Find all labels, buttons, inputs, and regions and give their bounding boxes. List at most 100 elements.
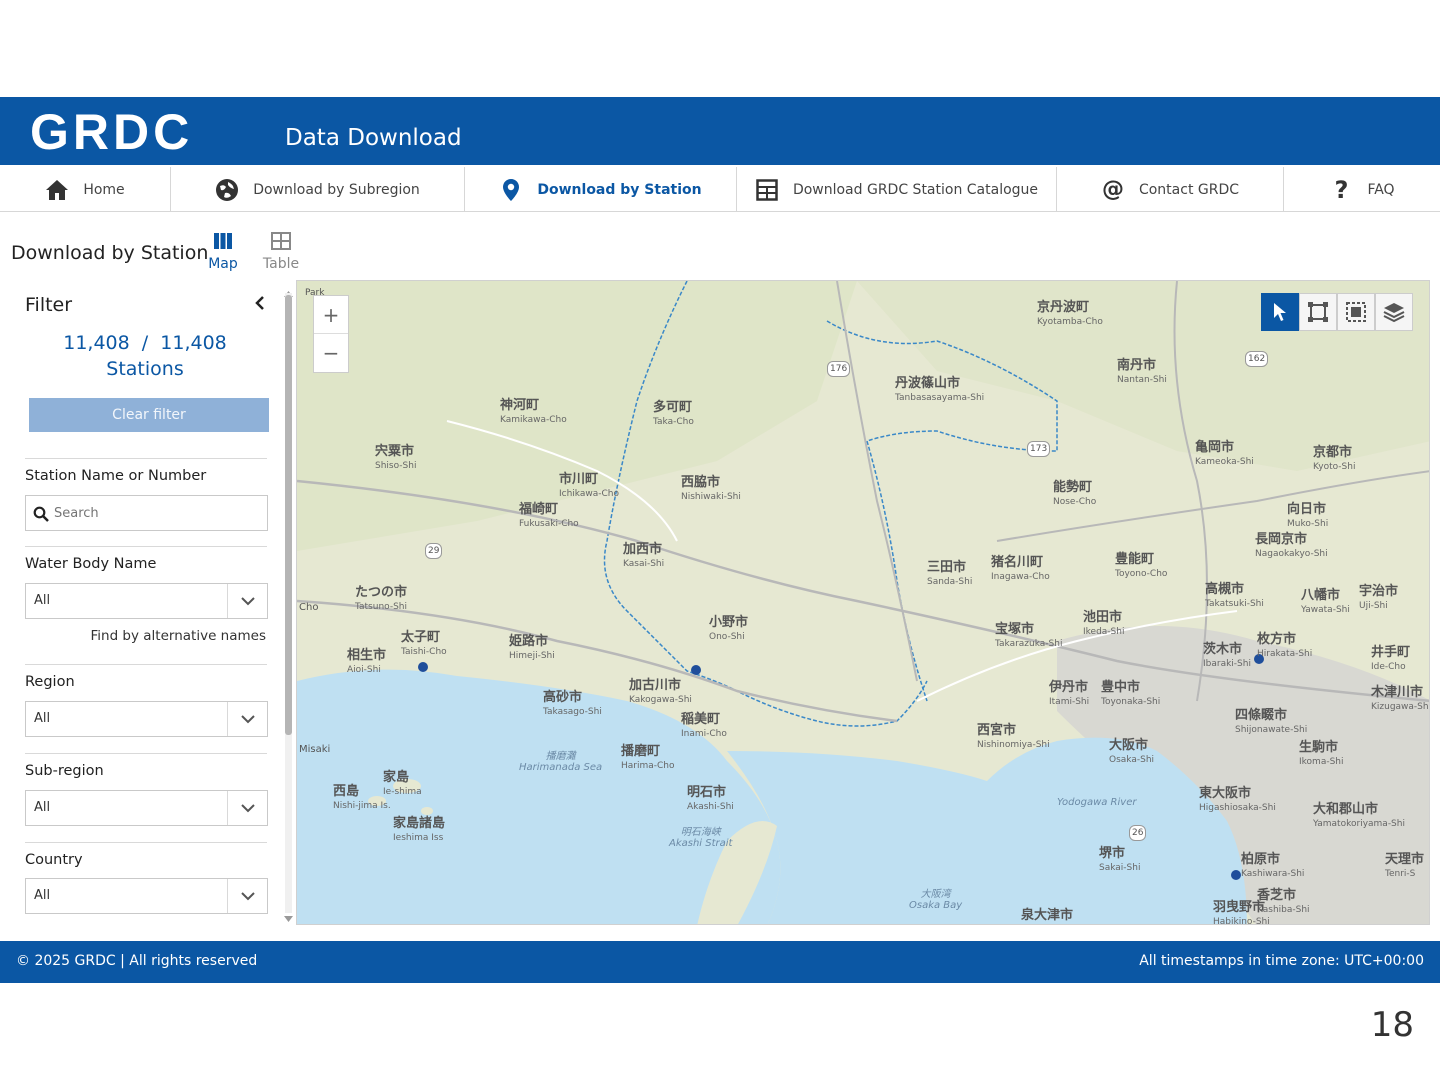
chevron-down-icon — [227, 584, 267, 618]
map-tools — [1261, 293, 1413, 333]
place-label: 太子町 Taishi-Cho — [401, 630, 447, 658]
water-body-value: All — [34, 593, 51, 608]
chevron-down-icon — [227, 879, 267, 913]
place-label: 宝塚市 Takarazuka-Shi — [995, 622, 1063, 650]
edge-label: Cho — [299, 602, 319, 613]
place-label: 多可町 Taka-Cho — [653, 400, 694, 428]
station-count-numbers: 11,408 / 11,408 — [63, 332, 227, 354]
divider — [25, 753, 267, 754]
box-select-button[interactable] — [1299, 293, 1337, 331]
place-label: 播磨町 Harima-Cho — [621, 744, 675, 772]
place-label: 福崎町 Fukusaki-Cho — [519, 502, 579, 530]
place-label: 豊能町 Toyono-Cho — [1115, 552, 1168, 580]
tab-table[interactable]: Table — [259, 232, 303, 272]
select-pointer-button[interactable] — [1261, 293, 1299, 331]
divider — [25, 546, 267, 547]
place-label: 枚方市 Hirakata-Shi — [1257, 632, 1313, 660]
tab-table-label: Table — [262, 256, 300, 272]
place-label: 東大阪市 Higashiosaka-Shi — [1199, 786, 1276, 814]
place-label: 大阪市 Osaka-Shi — [1109, 738, 1155, 766]
route-shield: 29 — [425, 543, 443, 559]
slide-number: 18 — [1370, 1005, 1414, 1045]
place-label: 能勢町 Nose-Cho — [1053, 480, 1097, 508]
layers-icon — [1383, 303, 1405, 323]
scroll-down-icon[interactable] — [283, 915, 294, 923]
place-label: 相生市 Aioi-Shi — [347, 648, 387, 676]
place-label: 堺市 Sakai-Shi — [1099, 846, 1141, 874]
nav-home[interactable]: Home — [0, 167, 171, 212]
nav-download-by-station[interactable]: Download by Station — [465, 167, 737, 212]
region-select[interactable]: All — [25, 701, 268, 737]
scroll-thumb[interactable] — [285, 295, 292, 735]
nav-download-by-subregion[interactable]: Download by Subregion — [171, 167, 465, 212]
place-label: 加西市 Kasai-Shi — [623, 542, 665, 570]
region-label: Region — [25, 674, 75, 690]
home-icon — [45, 178, 69, 202]
divider — [25, 664, 267, 665]
tab-map[interactable]: Map — [201, 232, 245, 272]
alternative-names-link[interactable]: Find by alternative names — [25, 628, 266, 644]
place-label: 茨木市 Ibaraki-Shi — [1203, 642, 1251, 670]
nav-faq[interactable]: ? FAQ — [1284, 167, 1440, 212]
place-label: 西宮市 Nishinomiya-Shi — [977, 723, 1050, 751]
station-count: 11,408 / 11,408 Stations — [25, 330, 265, 382]
place-label: 宇治市 Uji-Shi — [1359, 584, 1399, 612]
subregion-select[interactable]: All — [25, 790, 268, 826]
at-icon: @ — [1101, 177, 1124, 202]
station-map[interactable]: 京丹波町 Kyotamba-Cho 南丹市 Nantan-Shi 丹波篠山市 Tanb… — [296, 280, 1430, 925]
place-label: 高砂市 Takasago-Shi — [543, 690, 602, 718]
zoom-control: + − — [313, 295, 349, 373]
nav-contact[interactable]: @ Contact GRDC — [1057, 167, 1284, 212]
subregion-value: All — [34, 800, 51, 815]
country-label: Country — [25, 852, 83, 868]
region-value: All — [34, 711, 51, 726]
subregion-label: Sub-region — [25, 763, 104, 779]
place-label: 姫路市 Himeji-Shi — [509, 634, 555, 662]
place-label: 西脇市 Nishiwaki-Shi — [681, 475, 741, 503]
sea-label: 播磨灘 Harimanada Sea — [519, 751, 603, 773]
zoom-in-button[interactable]: + — [314, 296, 348, 334]
station-search-box[interactable] — [25, 495, 268, 531]
collapse-filter-button[interactable] — [254, 294, 268, 314]
place-label: 向日市 Muko-Shi — [1287, 502, 1329, 530]
place-label: 猪名川町 Inagawa-Cho — [991, 555, 1050, 583]
nav-station-catalogue[interactable]: Download GRDC Station Catalogue — [737, 167, 1057, 212]
place-label: 丹波篠山市 Tanbasasayama-Shi — [895, 376, 985, 404]
lasso-select-button[interactable] — [1337, 293, 1375, 331]
timezone-text: All timestamps in time zone: UTC+00:00 — [1139, 953, 1424, 969]
route-shield: 176 — [827, 361, 851, 377]
place-label: 伊丹市 Itami-Shi — [1049, 680, 1090, 708]
map-pin-icon — [499, 178, 523, 202]
app-title: Data Download — [285, 125, 462, 151]
place-label: 高槻市 Takatsuki-Shi — [1205, 582, 1264, 610]
lasso-select-icon — [1346, 302, 1366, 322]
layers-button[interactable] — [1375, 293, 1413, 331]
filter-heading: Filter — [25, 294, 73, 316]
water-body-select[interactable]: All — [25, 583, 268, 619]
zoom-out-button[interactable]: − — [314, 334, 348, 372]
chevron-down-icon — [227, 702, 267, 736]
clear-filter-button[interactable]: Clear filter — [29, 398, 269, 432]
divider — [25, 458, 267, 459]
place-label: 井手町 Ide-Cho — [1371, 645, 1411, 673]
place-label: 木津川市 Kizugawa-Shi — [1371, 685, 1430, 713]
filter-scrollbar[interactable] — [283, 283, 294, 925]
place-label: 長岡京市 Nagaokakyo-Shi — [1255, 532, 1328, 560]
table-icon — [755, 178, 779, 202]
place-label: 西島 Nishi-jima Is. — [333, 784, 391, 812]
nav-catalogue-label: Download GRDC Station Catalogue — [792, 181, 1039, 198]
station-search-input[interactable] — [54, 502, 259, 524]
divider — [25, 842, 267, 843]
place-label: 柏原市 Kashiwara-Shi — [1241, 852, 1305, 880]
grdc-logo[interactable]: GRDC — [30, 103, 193, 161]
place-label: 京丹波町 Kyotamba-Cho — [1037, 300, 1103, 328]
place-label: 京都市 Kyoto-Shi — [1313, 445, 1356, 473]
filter-panel: Filter 11,408 / 11,408 Stations Clear fi… — [0, 280, 296, 925]
place-label: 八幡市 Yawata-Shi — [1301, 588, 1350, 616]
place-label: 宍粟市 Shiso-Shi — [375, 444, 417, 472]
edge-label: Misaki — [299, 744, 331, 755]
place-label: 家島諸島 Ieshima Iss — [393, 816, 446, 844]
place-label: 豊中市 Toyonaka-Shi — [1101, 680, 1161, 708]
app-header: GRDC Data Download — [0, 97, 1440, 165]
country-select[interactable]: All — [25, 878, 268, 914]
